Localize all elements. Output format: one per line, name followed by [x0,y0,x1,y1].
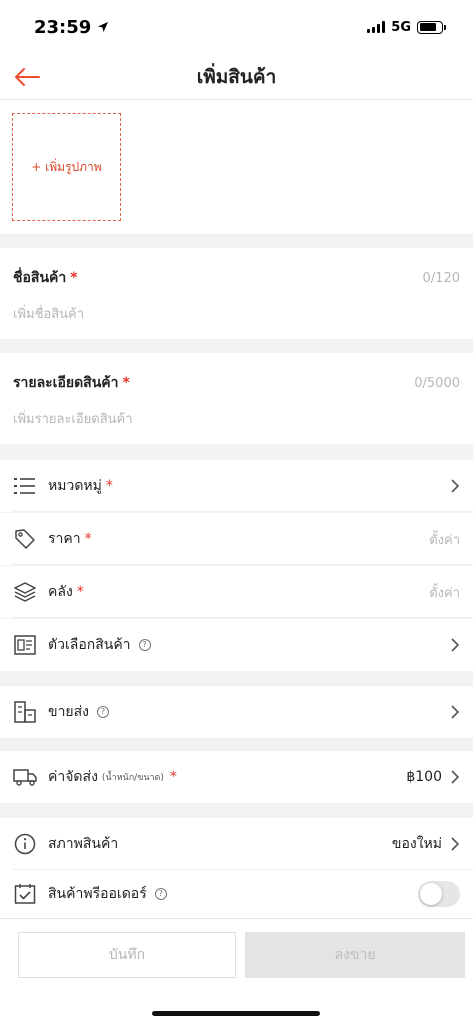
cellular-signal-icon [367,21,386,33]
info-icon [13,832,37,856]
wholesale-row[interactable]: ขายส่ง ? [0,686,473,738]
page-title: เพิ่มสินค้า [196,65,277,88]
time-text: 23:59 [34,16,92,38]
back-arrow-icon [15,68,40,86]
home-indicator [152,1011,320,1016]
category-row[interactable]: หมวดหมู่ * [0,460,473,512]
location-arrow-icon [98,22,109,32]
product-description-field[interactable]: รายละเอียดสินค้า * 0/5000 เพิ่มรายละเอียด… [0,353,473,444]
bottom-action-bar: บันทึก ลงขาย [0,918,473,1024]
shipping-label: ค่าจัดส่ง (น้ำหนัก/ขนาด) * [48,766,177,788]
status-indicators: 5G [367,19,446,35]
status-time: 23:59 [34,17,109,38]
help-icon[interactable]: ? [138,639,151,651]
required-mark: * [76,584,84,600]
variations-label-text: ตัวเลือกสินค้า [48,637,131,653]
add-photo-label: + เพิ่มรูปภาพ [31,159,102,174]
product-description-label: รายละเอียดสินค้า * [13,372,130,394]
network-type: 5G [391,19,411,35]
buildings-icon [13,700,37,724]
condition-value: ของใหม่ [391,836,442,852]
product-name-field[interactable]: ชื่อสินค้า * 0/120 เพิ่มชื่อสินค้า [0,248,473,339]
wholesale-label-text: ขายส่ง [48,704,90,720]
product-description-counter: 0/5000 [414,375,460,391]
product-name-counter: 0/120 [422,270,460,286]
battery-icon [417,20,446,34]
toggle-knob [420,883,442,905]
price-label-text: ราคา [48,531,81,547]
category-label-text: หมวดหมู่ [48,478,102,494]
stock-label: คลัง * [48,581,84,603]
help-icon[interactable]: ? [154,888,167,900]
photo-section: + เพิ่มรูปภาพ [0,100,473,234]
help-icon[interactable]: ? [97,706,110,718]
required-mark: * [105,478,113,494]
stock-label-text: คลัง [48,584,73,600]
product-name-label-text: ชื่อสินค้า [13,270,67,286]
back-button[interactable] [12,62,42,92]
price-tag-icon [13,527,37,551]
price-row[interactable]: ราคา * ตั้งค่า [0,513,473,565]
wholesale-label: ขายส่ง ? [48,701,110,723]
list-icon [13,474,37,498]
preorder-toggle[interactable] [418,881,460,907]
publish-button[interactable]: ลงขาย [245,932,465,978]
calendar-check-icon [13,882,37,906]
add-photo-button[interactable]: + เพิ่มรูปภาพ [12,113,121,221]
stock-set-hint: ตั้งค่า [429,585,460,601]
preorder-label-text: สินค้าพรีออเดอร์ [48,886,147,902]
save-button[interactable]: บันทึก [18,932,236,978]
status-bar: 23:59 5G [0,0,473,54]
chevron-right-icon [451,705,460,719]
chevron-right-icon [451,770,460,784]
chevron-right-icon [451,479,460,493]
price-set-hint: ตั้งค่า [429,532,460,548]
product-name-input[interactable]: เพิ่มชื่อสินค้า [13,303,460,324]
price-label: ราคา * [48,528,92,550]
required-mark: * [84,531,92,547]
shipping-sublabel: (น้ำหนัก/ขนาด) [101,773,164,783]
variations-row[interactable]: ตัวเลือกสินค้า ? [0,619,473,671]
chevron-right-icon [451,837,460,851]
truck-icon [13,765,37,789]
product-description-input[interactable]: เพิ่มรายละเอียดสินค้า [13,408,460,429]
shipping-label-text: ค่าจัดส่ง [48,769,98,785]
product-name-label: ชื่อสินค้า * [13,267,78,289]
layers-icon [13,580,37,604]
category-label: หมวดหมู่ * [48,475,113,497]
variations-label: ตัวเลือกสินค้า ? [48,634,151,656]
condition-row[interactable]: สภาพสินค้า ของใหม่ [0,818,473,870]
condition-label: สภาพสินค้า [48,833,118,855]
preorder-label: สินค้าพรีออเดอร์ ? [48,883,167,905]
variation-card-icon [13,633,37,657]
shipping-row[interactable]: ค่าจัดส่ง (น้ำหนัก/ขนาด) * ฿100 [0,751,473,803]
required-mark: * [122,375,130,391]
stock-row[interactable]: คลัง * ตั้งค่า [0,566,473,618]
required-mark: * [70,270,78,286]
nav-bar: เพิ่มสินค้า [0,54,473,100]
shipping-fee-value: ฿100 [406,769,442,785]
condition-label-text: สภาพสินค้า [48,836,119,852]
required-mark: * [169,769,177,785]
preorder-row: สินค้าพรีออเดอร์ ? [0,870,473,918]
product-description-label-text: รายละเอียดสินค้า [13,375,119,391]
chevron-right-icon [451,638,460,652]
